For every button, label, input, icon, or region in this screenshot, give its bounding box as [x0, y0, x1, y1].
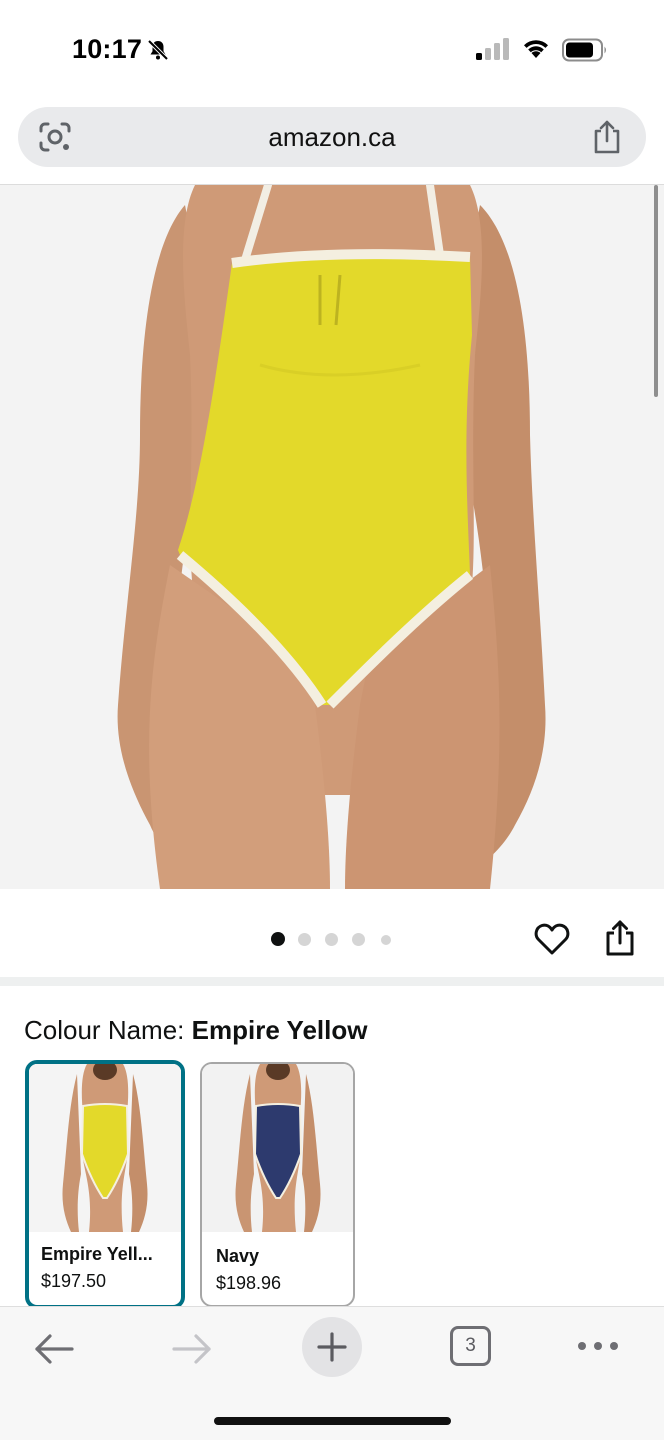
cellular-signal-icon [476, 38, 509, 60]
more-icon[interactable] [576, 1337, 620, 1355]
new-tab-button[interactable] [302, 1317, 362, 1377]
carousel-dot-3[interactable] [325, 933, 338, 946]
colour-value: Empire Yellow [191, 1015, 368, 1045]
back-arrow-icon[interactable] [32, 1331, 76, 1367]
swatch-image [29, 1064, 181, 1232]
url-text[interactable]: amazon.ca [18, 122, 646, 153]
product-photo [0, 185, 664, 889]
carousel-dot-1[interactable] [271, 932, 285, 946]
carousel-dot-2[interactable] [298, 933, 311, 946]
plus-icon [317, 1332, 347, 1362]
scroll-indicator[interactable] [654, 185, 658, 397]
status-time: 10:17 [72, 34, 143, 64]
section-separator [0, 977, 664, 986]
swatch-name: Empire Yell... [41, 1244, 153, 1264]
colour-name-label: Colour Name: Empire Yellow [24, 1015, 367, 1046]
wifi-icon [524, 40, 548, 58]
swatch-navy-photo [202, 1064, 353, 1232]
product-image[interactable] [0, 185, 664, 889]
battery-icon [562, 38, 606, 62]
status-bar: 10:17 [0, 0, 664, 100]
colour-option-empire-yellow[interactable]: Empire Yell... $197.50 [25, 1060, 185, 1309]
swatch-price: $197.50 [41, 1271, 107, 1291]
forward-arrow-icon[interactable] [170, 1331, 214, 1367]
carousel-dot-5[interactable] [381, 935, 391, 945]
swatch-yellow-photo [29, 1064, 181, 1232]
browser-toolbar: 3 [0, 1306, 664, 1440]
share-icon[interactable] [604, 919, 636, 957]
swatch-image [202, 1064, 353, 1232]
colour-label: Colour Name: [24, 1015, 185, 1045]
bell-slash-icon [147, 39, 169, 61]
tab-switcher-button[interactable]: 3 [450, 1326, 491, 1366]
colour-option-navy[interactable]: Navy $198.96 [200, 1062, 355, 1307]
share-icon[interactable] [590, 119, 624, 155]
heart-icon[interactable] [534, 922, 570, 956]
address-bar[interactable]: amazon.ca [18, 107, 646, 167]
swatch-name: Navy [216, 1246, 260, 1266]
swatch-price: $198.96 [216, 1273, 282, 1293]
carousel-controls [0, 889, 664, 979]
carousel-dot-4[interactable] [352, 933, 365, 946]
home-indicator[interactable] [214, 1417, 451, 1425]
